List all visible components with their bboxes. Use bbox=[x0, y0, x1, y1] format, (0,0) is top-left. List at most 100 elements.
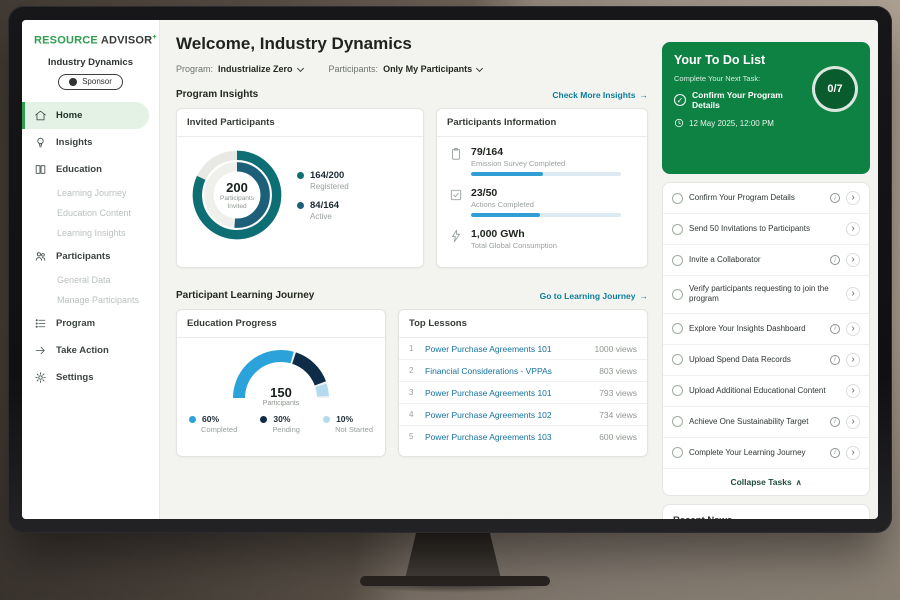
task-checkbox[interactable] bbox=[672, 385, 683, 396]
chevron-right-icon[interactable]: › bbox=[846, 287, 860, 301]
task-checkbox[interactable] bbox=[672, 224, 683, 235]
participants-filter-label: Participants: bbox=[329, 64, 379, 74]
sidebar-item-education[interactable]: Education bbox=[22, 156, 159, 183]
todo-panel: Your To Do List Complete Your Next Task:… bbox=[662, 42, 870, 519]
completed-dot bbox=[189, 416, 196, 423]
sidebar-item-insights[interactable]: Insights bbox=[22, 129, 159, 156]
task-checkbox[interactable] bbox=[672, 416, 683, 427]
task-row-verify-participants[interactable]: Verify participants requesting to join t… bbox=[663, 276, 869, 314]
check-icon: ✓ bbox=[674, 94, 686, 106]
task-label: Verify participants requesting to join t… bbox=[689, 284, 840, 305]
chevron-right-icon[interactable]: › bbox=[846, 253, 860, 267]
info-icon[interactable]: i bbox=[830, 448, 840, 458]
task-row-invite-collaborator[interactable]: Invite a Collaborator i › bbox=[663, 245, 869, 276]
education-legend: 60% Completed 30% Pending 10% Not Starte… bbox=[177, 407, 385, 434]
sidebar-item-home[interactable]: Home bbox=[22, 102, 149, 129]
lesson-link[interactable]: Financial Considerations - VPPAs bbox=[425, 366, 591, 376]
actions-progress-bar bbox=[471, 213, 621, 217]
chevron-right-icon[interactable]: › bbox=[846, 353, 860, 367]
chevron-right-icon[interactable]: › bbox=[846, 415, 860, 429]
task-row-achieve-target[interactable]: Achieve One Sustainability Target i › bbox=[663, 407, 869, 438]
stat-label: Total Global Consumption bbox=[471, 241, 557, 250]
registered-value: 164/200 bbox=[310, 170, 344, 181]
task-checkbox[interactable] bbox=[672, 447, 683, 458]
sidebar-item-label: Insights bbox=[56, 137, 92, 148]
completed-value: 60% bbox=[202, 414, 219, 424]
info-icon[interactable]: i bbox=[830, 355, 840, 365]
gauge-center: 150 Participants bbox=[226, 385, 336, 407]
sidebar-item-education-content[interactable]: Education Content bbox=[22, 203, 159, 223]
task-checkbox[interactable] bbox=[672, 289, 683, 300]
lesson-link[interactable]: Power Purchase Agreements 103 bbox=[425, 432, 591, 442]
chevron-right-icon[interactable]: › bbox=[846, 191, 860, 205]
sponsor-badge[interactable]: Sponsor bbox=[58, 74, 123, 90]
task-label: Send 50 Invitations to Participants bbox=[689, 224, 840, 234]
list-icon bbox=[34, 317, 47, 330]
info-icon[interactable]: i bbox=[830, 417, 840, 427]
check-more-insights-link[interactable]: Check More Insights → bbox=[552, 90, 648, 100]
task-label: Invite a Collaborator bbox=[689, 255, 824, 265]
info-icon[interactable]: i bbox=[830, 193, 840, 203]
sidebar-item-label: Home bbox=[56, 110, 82, 121]
task-label: Confirm Your Program Details bbox=[689, 193, 824, 203]
lesson-row: 1 Power Purchase Agreements 101 1000 vie… bbox=[399, 338, 647, 360]
info-icon[interactable]: i bbox=[830, 324, 840, 334]
sidebar-item-learning-insights[interactable]: Learning Insights bbox=[22, 223, 159, 243]
donut-center: 200 Participants Invited bbox=[189, 147, 285, 243]
chevron-right-icon[interactable]: › bbox=[846, 384, 860, 398]
task-checkbox[interactable] bbox=[672, 354, 683, 365]
info-card-title: Participants Information bbox=[437, 109, 647, 137]
page-title: Welcome, Industry Dynamics bbox=[176, 34, 648, 54]
chevron-right-icon[interactable]: › bbox=[846, 446, 860, 460]
sidebar-item-general-data[interactable]: General Data bbox=[22, 270, 159, 290]
task-checkbox[interactable] bbox=[672, 255, 683, 266]
sidebar-item-participants[interactable]: Participants bbox=[22, 243, 159, 270]
sidebar-item-label: Participants bbox=[56, 251, 110, 262]
checklist-icon bbox=[449, 188, 463, 202]
stat-value: 79/164 bbox=[471, 146, 621, 158]
lesson-rank: 1 bbox=[409, 344, 417, 353]
todo-title: Your To Do List bbox=[674, 53, 858, 67]
pending-label: Pending bbox=[272, 425, 300, 434]
sidebar-item-program[interactable]: Program bbox=[22, 310, 159, 337]
actions-progress-fill bbox=[471, 213, 540, 217]
task-row-confirm-program[interactable]: Confirm Your Program Details i › bbox=[663, 183, 869, 214]
participants-filter[interactable]: Participants: Only My Participants bbox=[329, 64, 483, 74]
program-filter[interactable]: Program: Industrialize Zero bbox=[176, 64, 303, 74]
not-started-value: 10% bbox=[336, 414, 353, 424]
task-row-complete-learning-journey[interactable]: Complete Your Learning Journey i › bbox=[663, 438, 869, 469]
not-started-label: Not Started bbox=[335, 425, 373, 434]
task-row-upload-spend-data[interactable]: Upload Spend Data Records i › bbox=[663, 345, 869, 376]
lesson-link[interactable]: Power Purchase Agreements 102 bbox=[425, 410, 591, 420]
stat-value: 1,000 GWh bbox=[471, 228, 557, 240]
home-icon bbox=[34, 109, 47, 122]
app-window: RESOURCE ADVISOR+ Industry Dynamics Spon… bbox=[22, 20, 878, 519]
filter-bar: Program: Industrialize Zero Participants… bbox=[176, 64, 648, 74]
lesson-link[interactable]: Power Purchase Agreements 101 bbox=[425, 344, 586, 354]
lesson-row: 2 Financial Considerations - VPPAs 803 v… bbox=[399, 360, 647, 382]
sidebar-item-manage-participants[interactable]: Manage Participants bbox=[22, 290, 159, 310]
lesson-link[interactable]: Power Purchase Agreements 101 bbox=[425, 388, 591, 398]
info-icon[interactable]: i bbox=[830, 255, 840, 265]
sidebar-item-settings[interactable]: Settings bbox=[22, 364, 159, 391]
stat-label: Actions Completed bbox=[471, 200, 621, 209]
donut-center-label: Participants Invited bbox=[214, 195, 260, 211]
chevron-right-icon[interactable]: › bbox=[846, 322, 860, 336]
task-checkbox[interactable] bbox=[672, 193, 683, 204]
go-to-learning-journey-link[interactable]: Go to Learning Journey → bbox=[540, 291, 648, 301]
legend-registered: 164/200 Registered bbox=[297, 170, 349, 191]
sidebar-item-label: Settings bbox=[56, 372, 93, 383]
collapse-tasks-button[interactable]: Collapse Tasks∧ bbox=[663, 469, 869, 495]
sidebar-item-learning-journey[interactable]: Learning Journey bbox=[22, 183, 159, 203]
task-row-explore-insights[interactable]: Explore Your Insights Dashboard i › bbox=[663, 314, 869, 345]
link-label: Go to Learning Journey bbox=[540, 291, 636, 301]
sponsor-label: Sponsor bbox=[82, 77, 112, 86]
task-row-send-invitations[interactable]: Send 50 Invitations to Participants › bbox=[663, 214, 869, 245]
todo-due-text: 12 May 2025, 12:00 PM bbox=[689, 119, 774, 128]
chevron-right-icon[interactable]: › bbox=[846, 222, 860, 236]
monitor-stand-base bbox=[360, 576, 550, 586]
sidebar-item-take-action[interactable]: Take Action bbox=[22, 337, 159, 364]
task-row-upload-educational-content[interactable]: Upload Additional Educational Content › bbox=[663, 376, 869, 407]
program-insights-title: Program Insights bbox=[176, 89, 258, 100]
task-checkbox[interactable] bbox=[672, 323, 683, 334]
